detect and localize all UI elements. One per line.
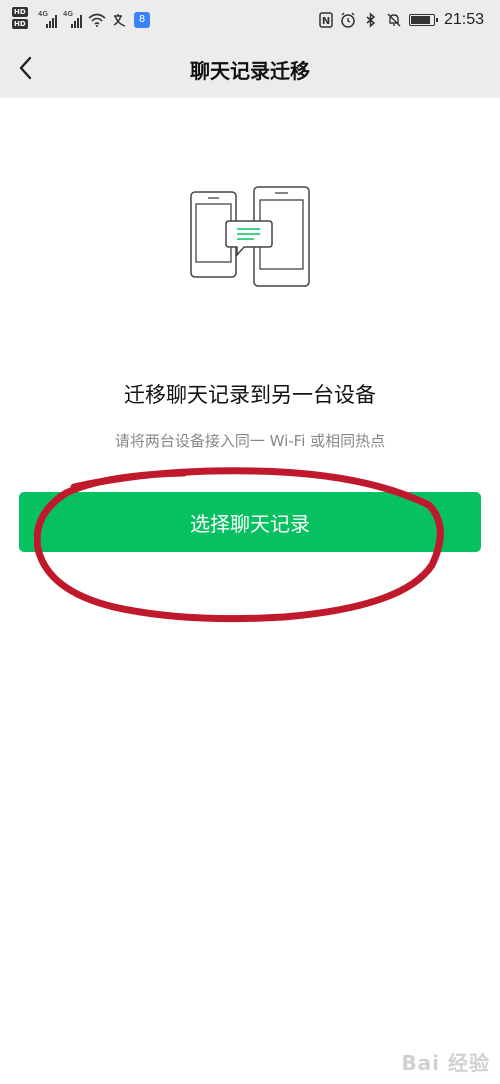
navigation-bar: 聊天记录迁移 xyxy=(0,38,500,98)
watermark: Bai 经验 xyxy=(401,1051,490,1075)
cellular-signal-icon: 4G xyxy=(63,10,82,28)
network-type-label: 4G xyxy=(38,10,48,18)
battery-icon xyxy=(408,14,438,26)
hd-badges: HD HD xyxy=(12,7,28,29)
status-time: 21:53 xyxy=(443,11,484,28)
bluetooth-icon xyxy=(366,12,376,28)
alarm-icon xyxy=(341,12,355,28)
status-bar-right: N 21:53 xyxy=(319,9,484,31)
migration-heading: 迁移聊天记录到另一台设备 xyxy=(124,383,376,407)
hd-badge: HD xyxy=(12,7,28,17)
wifi-instruction-text: 请将两台设备接入同一 Wi-Fi 或相同热点 xyxy=(114,432,386,450)
cellular-signal-icon: 4G xyxy=(38,10,57,28)
hd-badge: HD xyxy=(12,19,28,29)
network-type-label: 4G xyxy=(63,10,73,18)
translate-icon xyxy=(113,14,126,27)
nfc-label: N xyxy=(322,16,330,27)
phone-transfer-icon xyxy=(190,186,310,287)
wifi-icon xyxy=(88,13,106,27)
nfc-icon: N xyxy=(319,12,333,28)
app-notification-icon: 8 xyxy=(134,12,150,28)
select-chat-history-button[interactable]: 选择聊天记录 xyxy=(19,492,481,552)
mute-bell-icon xyxy=(387,13,401,27)
status-bar-left: HD HD 4G 4G 8 xyxy=(12,7,150,33)
page-title: 聊天记录迁移 xyxy=(190,59,310,83)
status-bar: HD HD 4G 4G 8 N 21:53 xyxy=(0,0,500,38)
battery-level-fill xyxy=(410,16,431,24)
